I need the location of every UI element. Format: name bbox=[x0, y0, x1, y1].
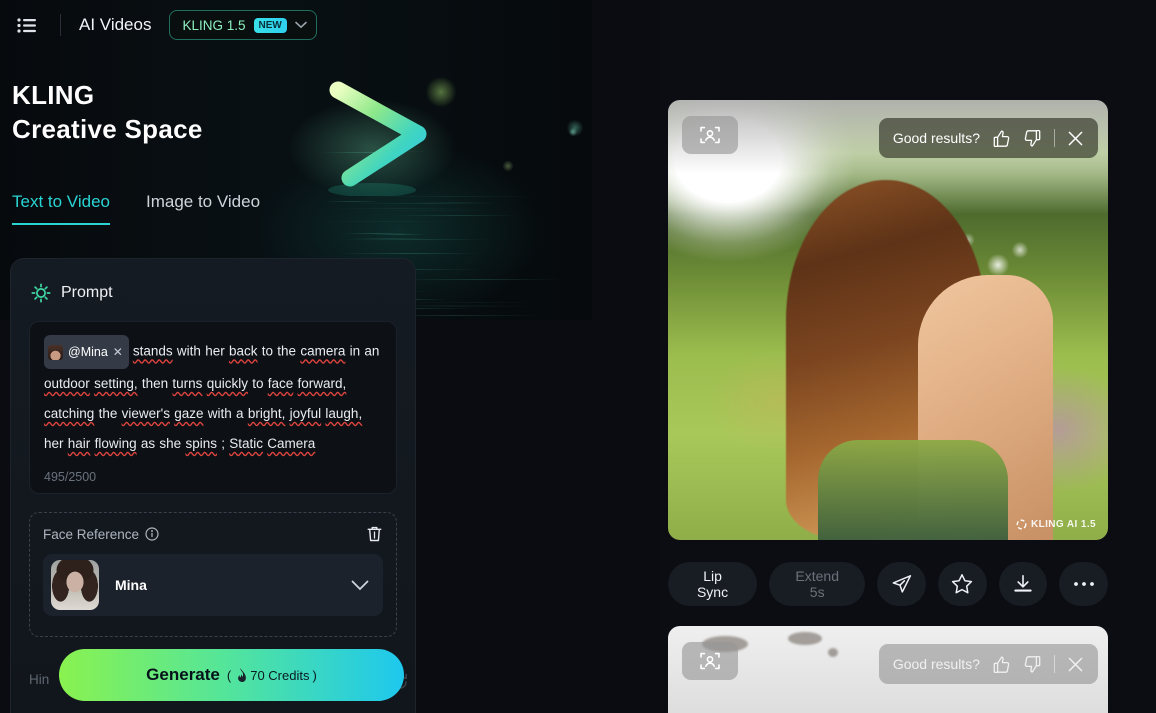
kling-watermark-icon bbox=[1016, 519, 1027, 530]
header-divider bbox=[60, 14, 61, 36]
tab-text-to-video[interactable]: Text to Video bbox=[12, 192, 110, 225]
download-icon[interactable] bbox=[999, 562, 1048, 606]
generate-button[interactable]: Generate ( 70 Credits ) bbox=[59, 649, 404, 701]
prompt-text: @Mina ✕ stands with her back to the came… bbox=[44, 335, 382, 459]
send-icon[interactable] bbox=[877, 562, 926, 606]
watermark-text: KLING AI 1.5 bbox=[1031, 519, 1096, 530]
subject-dress bbox=[818, 440, 1008, 540]
result-video-preview[interactable]: Good results? KLING AI 1.5 bbox=[668, 100, 1108, 540]
tab-image-to-video[interactable]: Image to Video bbox=[146, 192, 260, 225]
model-selector-label: KLING 1.5 bbox=[182, 18, 245, 33]
hero-line-1: KLING bbox=[12, 78, 532, 112]
thumbs-down-icon[interactable] bbox=[1023, 655, 1042, 674]
hint-label: Hin bbox=[29, 672, 49, 687]
mention-chip[interactable]: @Mina ✕ bbox=[44, 335, 129, 369]
feedback-bar: Good results? bbox=[879, 118, 1098, 158]
close-icon[interactable]: ✕ bbox=[113, 346, 123, 358]
face-scan-icon[interactable] bbox=[682, 116, 738, 154]
mention-name: @Mina bbox=[68, 337, 108, 367]
extend-5s-button[interactable]: Extend 5s bbox=[769, 562, 865, 606]
paren-close: ) bbox=[312, 668, 316, 683]
result-video-preview[interactable]: Good results? bbox=[668, 626, 1108, 713]
star-icon[interactable] bbox=[938, 562, 987, 606]
feedback-question: Good results? bbox=[893, 656, 980, 672]
feedback-divider bbox=[1054, 655, 1055, 673]
face-thumbnail bbox=[51, 560, 99, 610]
trash-icon[interactable] bbox=[366, 525, 383, 543]
face-reference-item[interactable]: Mina bbox=[43, 554, 383, 616]
model-selector[interactable]: KLING 1.5 NEW bbox=[169, 10, 316, 40]
app-header: AI Videos KLING 1.5 NEW bbox=[0, 0, 660, 50]
prompt-input[interactable]: @Mina ✕ stands with her back to the came… bbox=[29, 321, 397, 494]
more-horizontal-icon[interactable] bbox=[1059, 562, 1108, 606]
model-new-badge: NEW bbox=[254, 18, 287, 33]
face-reference-label: Face Reference bbox=[43, 527, 139, 542]
char-counter: 495/2500 bbox=[44, 470, 96, 484]
chevron-down-icon[interactable] bbox=[351, 580, 369, 591]
app-root: AI Videos KLING 1.5 NEW KLING Creative S… bbox=[0, 0, 1156, 713]
feedback-bar: Good results? bbox=[879, 644, 1098, 684]
thumbs-up-icon[interactable] bbox=[992, 129, 1011, 148]
result-actions: Lip Sync Extend 5s bbox=[668, 562, 1108, 606]
face-reference-section: Face Reference Mina bbox=[29, 512, 397, 637]
user-avatar-icon bbox=[48, 345, 63, 360]
hero-title: KLING Creative Space bbox=[12, 78, 532, 146]
mode-tabs: Text to Video Image to Video bbox=[12, 192, 260, 225]
prompt-panel: Prompt @Mina ✕ stands with her back to t… bbox=[10, 258, 416, 713]
thumbs-down-icon[interactable] bbox=[1023, 129, 1042, 148]
page-title: AI Videos bbox=[79, 15, 151, 35]
feedback-question: Good results? bbox=[893, 130, 980, 146]
face-scan-icon[interactable] bbox=[682, 642, 738, 680]
sun-sparkle-icon bbox=[31, 283, 51, 303]
chevron-down-icon bbox=[295, 21, 307, 29]
generate-label: Generate bbox=[146, 665, 220, 685]
thumbs-up-icon[interactable] bbox=[992, 655, 1011, 674]
generate-credits-text: 70 Credits bbox=[250, 668, 309, 683]
result-card: Good results? bbox=[668, 626, 1108, 713]
list-menu-icon[interactable] bbox=[10, 10, 44, 40]
kling-watermark: KLING AI 1.5 bbox=[1016, 519, 1096, 530]
left-panel: AI Videos KLING 1.5 NEW KLING Creative S… bbox=[0, 0, 660, 713]
lip-sync-button[interactable]: Lip Sync bbox=[668, 562, 757, 606]
feedback-divider bbox=[1054, 129, 1055, 147]
face-reference-label-group: Face Reference bbox=[43, 527, 159, 542]
info-circle-icon[interactable] bbox=[145, 527, 159, 541]
generate-credits: ( 70 Credits ) bbox=[227, 668, 317, 683]
result-card: Good results? KLING AI 1.5 Lip Sync Exte… bbox=[668, 100, 1108, 606]
close-icon[interactable] bbox=[1067, 656, 1084, 673]
prompt-title: Prompt bbox=[61, 284, 113, 302]
prompt-header: Prompt bbox=[31, 283, 397, 303]
flame-icon bbox=[234, 668, 247, 682]
decor-leaf bbox=[828, 648, 838, 657]
paren-open: ( bbox=[227, 668, 231, 683]
face-reference-name: Mina bbox=[115, 577, 335, 593]
decor-leaf bbox=[788, 632, 822, 645]
results-panel: Good results? KLING AI 1.5 Lip Sync Exte… bbox=[660, 0, 1156, 713]
hero-line-2: Creative Space bbox=[12, 112, 532, 146]
face-reference-header: Face Reference bbox=[43, 525, 383, 543]
close-icon[interactable] bbox=[1067, 130, 1084, 147]
